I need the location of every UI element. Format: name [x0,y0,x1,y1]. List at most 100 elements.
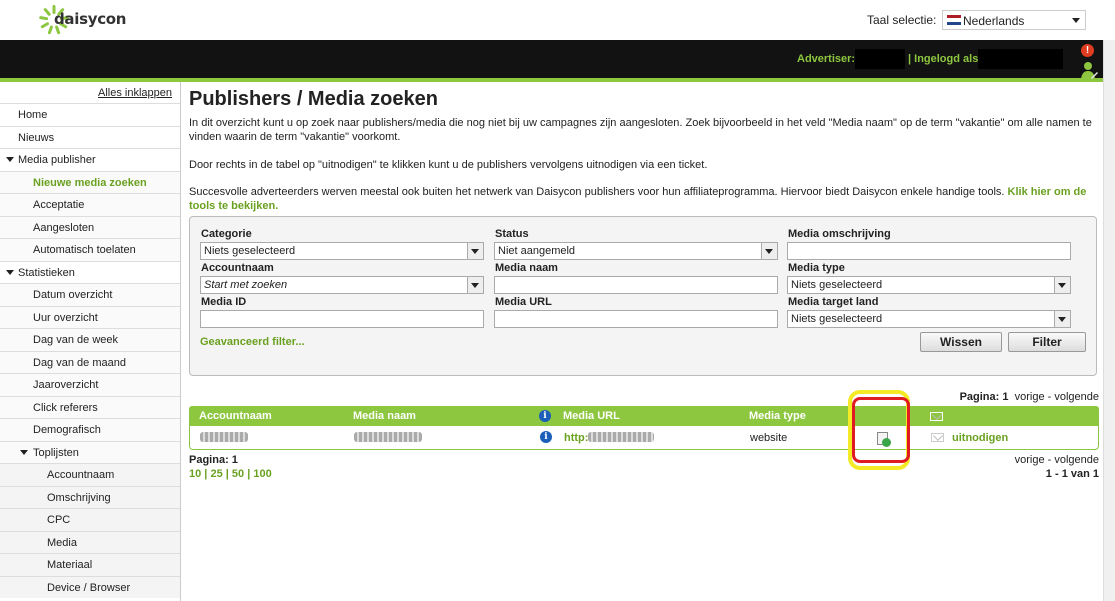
media-target-land-select[interactable]: Niets geselecteerd [787,310,1071,328]
chevron-down-icon [467,243,483,259]
pagination-bottom-left: Pagina: 1 10 | 25 | 50 | 100 [189,453,272,481]
sidebar-item-demografisch[interactable]: Demografisch [0,418,180,441]
sidebar-item-automatisch-toelaten[interactable]: Automatisch toelaten [0,238,180,261]
chevron-down-icon [761,243,777,259]
main-content: Publishers / Media zoeken In dit overzic… [189,88,1101,480]
sidebar-item-datum-overzicht[interactable]: Datum overzicht [0,283,180,306]
page-size-50[interactable]: 50 [232,468,244,480]
sidebar-item-statistieken[interactable]: Statistieken [0,260,180,284]
collapse-all-link[interactable]: Alles inklappen [98,87,172,99]
sidebar-item-dag-van-de-week[interactable]: Dag van de week [0,328,180,351]
advanced-filter-link[interactable]: Geavanceerd filter... [200,336,305,348]
sidebar-item-click-referers[interactable]: Click referers [0,395,180,418]
page-size-100[interactable]: 100 [253,468,271,480]
sidebar-item-omschrijving[interactable]: Omschrijving [0,485,180,508]
page-scrollbar[interactable] [1103,40,1115,601]
sidebar-item-toplijsten[interactable]: Toplijsten [0,440,180,463]
language-label: Taal selectie: [867,13,937,27]
chevron-down-icon [6,269,14,275]
media-naam-input[interactable] [494,276,778,294]
sidebar-item-label: Media [47,536,77,549]
page-title: Publishers / Media zoeken [189,88,438,110]
sidebar-item-aangesloten[interactable]: Aangesloten [0,215,180,238]
media-naam-redacted [354,432,422,442]
categorie-label: Categorie [201,228,252,240]
sidebar-item-label: Device / Browser [47,581,131,594]
page-number: 1 [231,454,238,466]
sidebar-item-acceptatie[interactable]: Acceptatie [0,193,180,216]
mail-icon [930,412,943,421]
language-value: Nederlands [963,14,1025,28]
media-target-land-label: Media target land [788,296,879,308]
info-icon[interactable]: i [540,431,552,443]
language-select[interactable]: Nederlands [942,10,1086,30]
media-url-input[interactable] [494,310,778,328]
sidebar-item-jaaroverzicht[interactable]: Jaaroverzicht [0,373,180,396]
invite-link[interactable]: uitnodigen [952,432,1008,444]
accountnaam-label: Accountnaam [201,262,274,274]
sidebar-item-label: Dag van de week [33,334,118,346]
chevron-down-icon [20,449,28,455]
table-row: i http: website uitnodigen [189,426,1099,450]
sidebar-item-uur-overzicht[interactable]: Uur overzicht [0,305,180,328]
sidebar-item-device-browser[interactable]: Device / Browser [0,575,180,598]
column-media-type[interactable]: Media type [749,410,806,422]
sidebar-item-accountnaam[interactable]: Accountnaam [0,463,180,486]
sidebar-item-label: Omschrijving [47,491,111,504]
media-type-select[interactable]: Niets geselecteerd [787,276,1071,294]
sidebar-item-label: Acceptatie [33,199,85,211]
status-select[interactable]: Niet aangemeld [494,242,778,260]
sidebar-item-label: Datum overzicht [33,289,113,301]
sidebar-item-nieuws[interactable]: Nieuws [0,125,180,149]
pagination-top: Pagina: 1 vorige - volgende [960,391,1099,403]
media-id-label: Media ID [201,296,247,308]
sidebar-item-label: Nieuws [18,131,55,144]
user-icon[interactable] [1080,60,1098,80]
column-media-naam[interactable]: Media naam [353,410,416,422]
media-url-redacted [588,432,654,442]
page-size-10[interactable]: 10 [189,468,201,480]
column-accountnaam[interactable]: Accountnaam [199,410,272,422]
sidebar-item-dag-van-de-maand[interactable]: Dag van de maand [0,350,180,373]
alert-icon[interactable]: ! [1081,44,1094,57]
sidebar-item-nieuwe-media-zoeken[interactable]: Nieuwe media zoeken [0,170,180,193]
sidebar-item-media-publisher[interactable]: Media publisher [0,148,180,171]
media-type-label: Media type [788,262,845,274]
clear-button[interactable]: Wissen [920,332,1002,352]
chevron-down-icon [1054,311,1070,327]
sidebar-item-label: Uur overzicht [33,311,98,324]
media-url-link[interactable]: http: [564,432,588,444]
logo-text: daisycon [54,10,127,28]
sidebar-item-home[interactable]: Home [0,103,180,126]
chevron-down-icon [1054,277,1070,293]
logged-in-label: | Ingelogd als: [908,53,982,65]
pagination-bottom-right: vorige - volgende 1 - 1 van 1 [1015,453,1099,481]
chevron-down-icon [1072,18,1080,23]
accountnaam-combobox-value: Start met zoeken [204,279,288,291]
info-icon[interactable]: i [539,410,551,422]
invite-instructions: Door rechts in de tabel op "uitnodigen" … [189,159,708,171]
categorie-select[interactable]: Niets geselecteerd [200,242,484,260]
top-header: daisycon Taal selectie: Nederlands [0,0,1115,40]
prev-next-links[interactable]: vorige - volgende [1015,454,1099,466]
media-omschrijving-label: Media omschrijving [788,228,891,240]
media-id-input[interactable] [200,310,484,328]
sidebar-item-materiaal[interactable]: Materiaal [0,553,180,576]
sidebar-item-label: Nieuwe media zoeken [33,176,147,189]
filter-button[interactable]: Filter [1008,332,1086,352]
sidebar-item-cpc[interactable]: CPC [0,508,180,531]
mail-icon[interactable] [931,433,944,442]
media-omschrijving-input[interactable] [787,242,1071,260]
page-size-25[interactable]: 25 [210,468,222,480]
media-url-label: Media URL [495,296,552,308]
prev-next-links[interactable]: vorige - volgende [1015,391,1099,403]
advertiser-value-redacted [855,49,905,69]
accountnaam-combobox[interactable]: Start met zoeken [200,276,484,294]
sidebar-item-label: Media publisher [18,154,96,166]
sidebar-item-label: Click referers [33,401,98,414]
advertiser-label: Advertiser: [797,53,856,65]
column-media-url[interactable]: Media URL [563,410,620,422]
chevron-down-icon [467,277,483,293]
sidebar-item-media[interactable]: Media [0,530,180,553]
sidebar-item-label: Demografisch [33,424,101,436]
